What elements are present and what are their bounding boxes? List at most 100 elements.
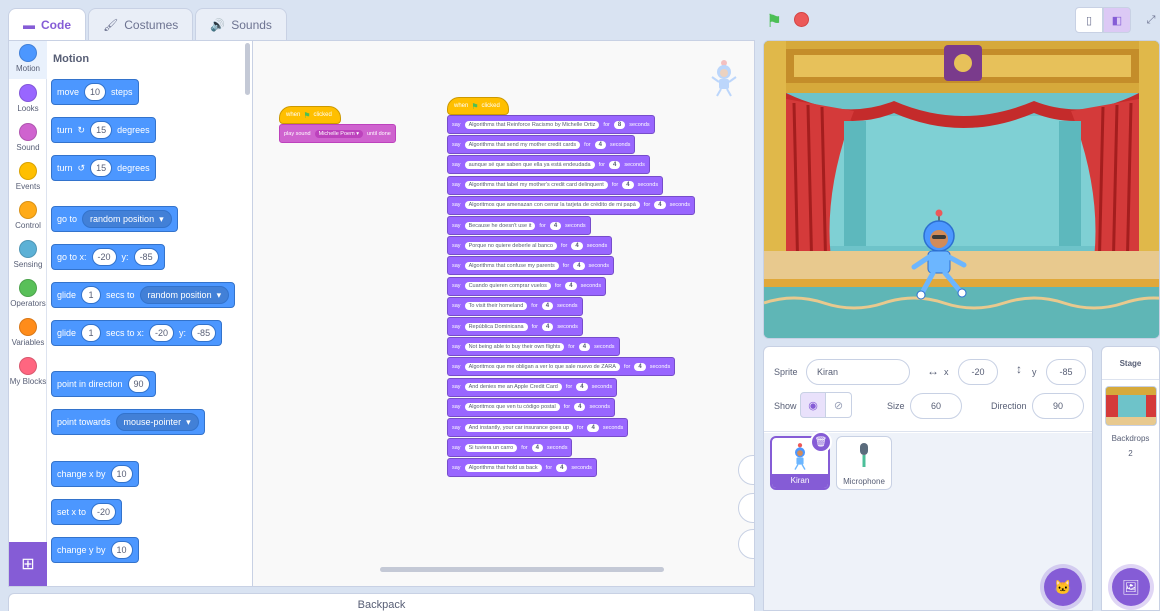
say-for-secs-block[interactable]: say Cuando quieren comprar vuelos for 4 seco… [447, 276, 607, 296]
say-for-secs-block[interactable]: say And denies me an Apple Credit Card for… [447, 377, 618, 397]
move-steps-input[interactable]: 10 [84, 83, 107, 101]
say-text-input[interactable]: Si tuviera un carro [464, 443, 518, 452]
say-secs-input[interactable]: 4 [542, 322, 554, 331]
choose-backdrop-button[interactable]: 🖼 [1112, 568, 1150, 606]
go-to-x-input[interactable]: -20 [91, 248, 117, 266]
block-point-in-direction[interactable]: point in direction 90 [51, 371, 156, 397]
category-my-blocks[interactable]: My Blocks [9, 354, 47, 386]
say-text-input[interactable]: Algorithms that hold us back [464, 463, 542, 472]
tab-sounds[interactable]: 🔊 Sounds [195, 8, 287, 41]
say-secs-input[interactable]: 8 [613, 120, 626, 129]
glide-secs-input[interactable]: 1 [81, 286, 102, 304]
say-text-input[interactable]: To visit their homeland [464, 302, 528, 311]
palette-scrollbar[interactable] [245, 43, 250, 95]
y-field[interactable]: -85 [1046, 359, 1086, 385]
say-secs-input[interactable]: 4 [571, 241, 583, 250]
glide-to-dropdown[interactable]: random position ▾ [139, 286, 230, 304]
say-secs-input[interactable]: 4 [531, 443, 543, 452]
say-text-input[interactable]: Algoritmos que amenazan con cerrar la ta… [464, 201, 640, 210]
say-secs-input[interactable]: 4 [565, 282, 577, 291]
backpack-panel[interactable]: Backpack [8, 593, 755, 611]
say-secs-input[interactable]: 4 [594, 140, 606, 149]
say-text-input[interactable]: República Dominicana [464, 322, 528, 331]
say-text-input[interactable]: Porque no quiere deberle al banco [464, 241, 557, 250]
sprite-thumb-microphone[interactable]: Microphone [836, 436, 892, 490]
change-x-input[interactable]: 10 [110, 465, 133, 483]
say-text-input[interactable]: Algoritmos que ven tu código postal [464, 403, 560, 412]
say-for-secs-block[interactable]: say Algoritmos que amenazan con cerrar la… [447, 195, 696, 215]
say-secs-input[interactable]: 4 [576, 383, 588, 392]
say-for-secs-block[interactable]: say Algorithms that send my mother credit… [447, 135, 636, 155]
zoom-in-button[interactable] [738, 455, 754, 485]
stop-button[interactable] [794, 12, 809, 27]
when-flag-clicked-hat-2[interactable]: when ⚑ clicked [447, 97, 509, 115]
say-for-secs-block[interactable]: say Algorithms that confuse my parents for… [447, 256, 615, 276]
say-for-secs-block[interactable]: say Algorithms that Reinforce Racismo by … [447, 115, 655, 134]
say-secs-input[interactable]: 4 [654, 201, 666, 210]
say-secs-input[interactable]: 4 [541, 302, 554, 311]
show-hidden-button[interactable]: ⊘ [826, 392, 852, 418]
turn-left-input[interactable]: 15 [90, 159, 113, 177]
category-control[interactable]: Control [9, 198, 47, 230]
say-for-secs-block[interactable]: say And instantly, your car insurance goe… [447, 418, 629, 437]
block-move-steps[interactable]: move 10 steps [51, 79, 139, 105]
say-for-secs-block[interactable]: say Porque no quiere deberle al banco for 4… [447, 236, 613, 256]
say-secs-input[interactable]: 4 [573, 261, 585, 270]
block-turn-left[interactable]: turn ↺ 15 degrees [51, 155, 156, 181]
say-for-secs-block[interactable]: say To visit their homeland for 4 seconds [447, 296, 583, 316]
category-sound[interactable]: Sound [9, 120, 47, 152]
normal-stage-button[interactable]: ◧ [1103, 7, 1131, 33]
sound-dropdown[interactable]: Michelle Poem ▾ [314, 129, 363, 138]
category-looks[interactable]: Looks [9, 81, 47, 113]
script-horizontal-scrollbar[interactable] [380, 567, 664, 572]
when-flag-clicked-hat-1[interactable]: when ⚑ clicked [279, 106, 341, 124]
category-sensing[interactable]: Sensing [9, 237, 47, 269]
block-change-x[interactable]: change x by 10 [51, 461, 139, 487]
say-text-input[interactable]: Algorithms that label my mother's credit… [464, 181, 608, 190]
say-secs-input[interactable]: 4 [578, 342, 591, 351]
glide-x-input[interactable]: -20 [149, 324, 175, 342]
say-for-secs-block[interactable]: say Si tuviera un carro for 4 seconds [447, 438, 573, 458]
say-secs-input[interactable]: 4 [587, 423, 599, 432]
stage-thumbnail[interactable] [1104, 386, 1157, 426]
say-text-input[interactable]: aunque sé que saben que ella ya está end… [464, 160, 595, 169]
say-secs-input[interactable]: 4 [609, 160, 621, 169]
block-point-towards[interactable]: point towards mouse-pointer ▾ [51, 409, 205, 435]
add-extension-button[interactable]: ⊞ [9, 542, 47, 586]
block-go-to-xy[interactable]: go to x: -20 y: -85 [51, 244, 165, 270]
fullscreen-button[interactable]: ⤢ [1137, 7, 1160, 33]
direction-field[interactable]: 90 [1032, 393, 1084, 419]
category-events[interactable]: Events [9, 159, 47, 191]
say-text-input[interactable]: And denies me an Apple Credit Card [464, 383, 562, 392]
set-x-input[interactable]: -20 [91, 503, 117, 521]
say-text-input[interactable]: Algorithms that confuse my parents [464, 261, 559, 270]
delete-sprite-button[interactable]: 🗑 [810, 431, 832, 453]
zoom-reset-button[interactable] [738, 529, 754, 559]
go-to-dropdown[interactable]: random position ▾ [82, 210, 172, 228]
say-for-secs-block[interactable]: say Because he doesn't use it for 4 seconds [447, 216, 591, 235]
say-text-input[interactable]: Because he doesn't use it [464, 221, 536, 230]
green-flag-button[interactable]: ⚑ [766, 11, 782, 32]
block-glide-to-xy[interactable]: glide 1 secs to x: -20 y: -85 [51, 320, 223, 346]
say-text-input[interactable]: Algorithms that Reinforce Racismo by Mic… [464, 120, 600, 129]
zoom-out-button[interactable] [738, 493, 754, 523]
x-field[interactable]: -20 [958, 359, 998, 385]
block-set-x[interactable]: set x to -20 [51, 499, 123, 525]
category-variables[interactable]: Variables [9, 315, 47, 347]
glide-xy-secs-input[interactable]: 1 [81, 324, 102, 342]
say-secs-input[interactable]: 4 [622, 181, 634, 190]
turn-right-input[interactable]: 15 [90, 121, 113, 139]
size-field[interactable]: 60 [910, 393, 962, 419]
say-secs-input[interactable]: 4 [634, 362, 646, 371]
block-turn-right[interactable]: turn ↻ 15 degrees [51, 117, 156, 143]
say-text-input[interactable]: Algorithms that send my mother credit ca… [464, 140, 581, 149]
script-area[interactable]: when ⚑ clicked play sound Michelle Poem ▾ un… [252, 40, 755, 587]
say-secs-input[interactable]: 4 [574, 403, 586, 412]
block-change-y[interactable]: change y by 10 [51, 537, 139, 563]
say-for-secs-block[interactable]: say aunque sé que saben que ella ya está … [447, 155, 650, 175]
say-for-secs-block[interactable]: say República Dominicana for 4 seconds [447, 317, 583, 336]
glide-y-input[interactable]: -85 [191, 324, 217, 342]
small-stage-button[interactable]: ▯ [1075, 7, 1103, 33]
choose-sprite-button[interactable]: 🐱 [1044, 568, 1082, 606]
say-text-input[interactable]: And instantly, your car insurance goes u… [464, 423, 574, 432]
